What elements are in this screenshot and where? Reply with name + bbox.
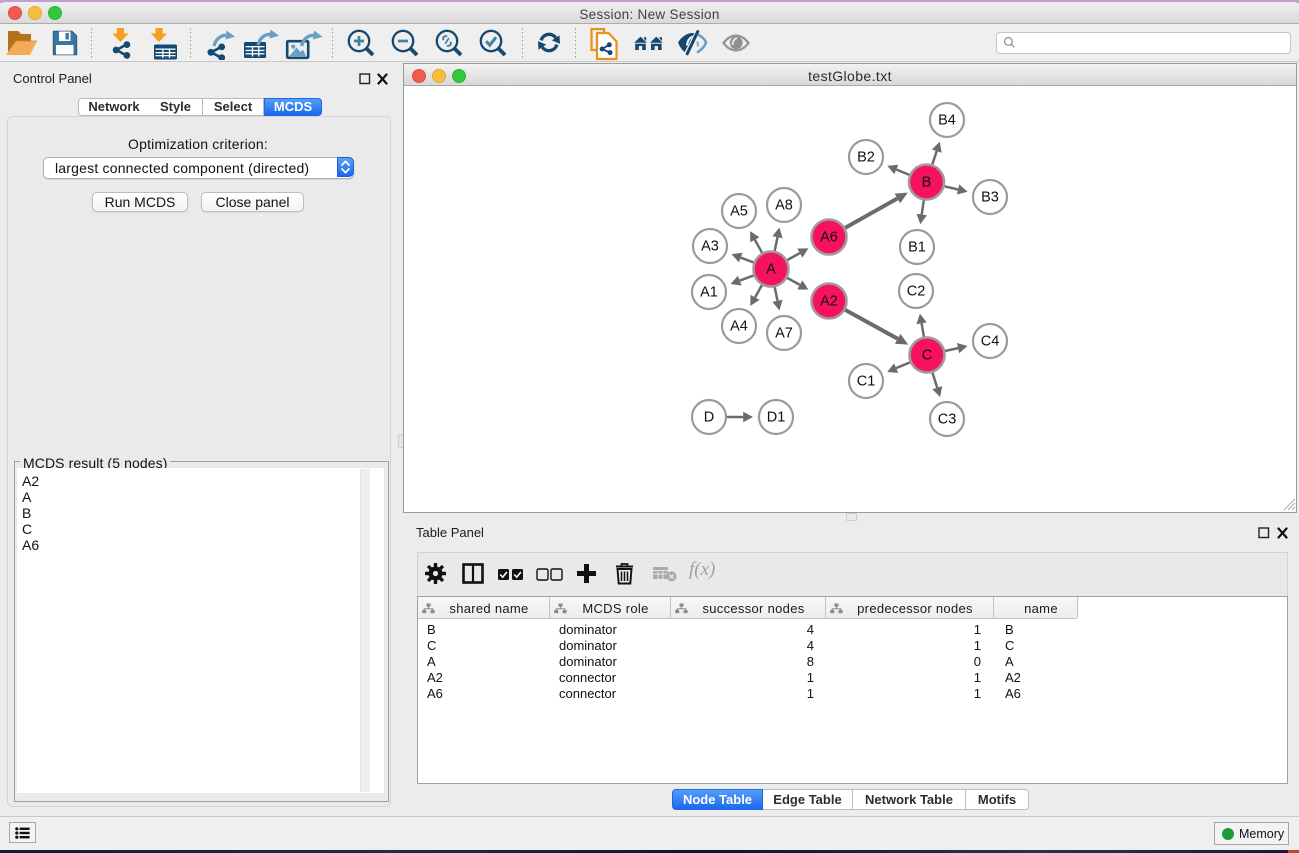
svg-text:A3: A3	[701, 239, 719, 255]
svg-text:A: A	[766, 262, 776, 278]
svg-text:C4: C4	[981, 334, 1000, 350]
svg-text:B2: B2	[857, 150, 875, 166]
svg-text:B: B	[922, 175, 932, 191]
svg-text:B4: B4	[938, 113, 956, 129]
svg-text:D: D	[704, 410, 714, 426]
svg-text:C3: C3	[938, 412, 957, 428]
svg-text:A6: A6	[820, 230, 838, 246]
svg-text:B1: B1	[908, 240, 926, 256]
svg-text:A2: A2	[820, 294, 838, 310]
svg-text:A1: A1	[700, 285, 718, 301]
svg-text:A8: A8	[775, 198, 793, 214]
svg-text:C: C	[922, 348, 932, 364]
svg-text:A4: A4	[730, 319, 748, 335]
svg-text:A7: A7	[775, 326, 793, 342]
svg-text:B3: B3	[981, 190, 999, 206]
svg-text:C1: C1	[857, 374, 876, 390]
svg-text:C2: C2	[907, 284, 926, 300]
svg-text:D1: D1	[767, 410, 786, 426]
svg-text:A5: A5	[730, 204, 748, 220]
